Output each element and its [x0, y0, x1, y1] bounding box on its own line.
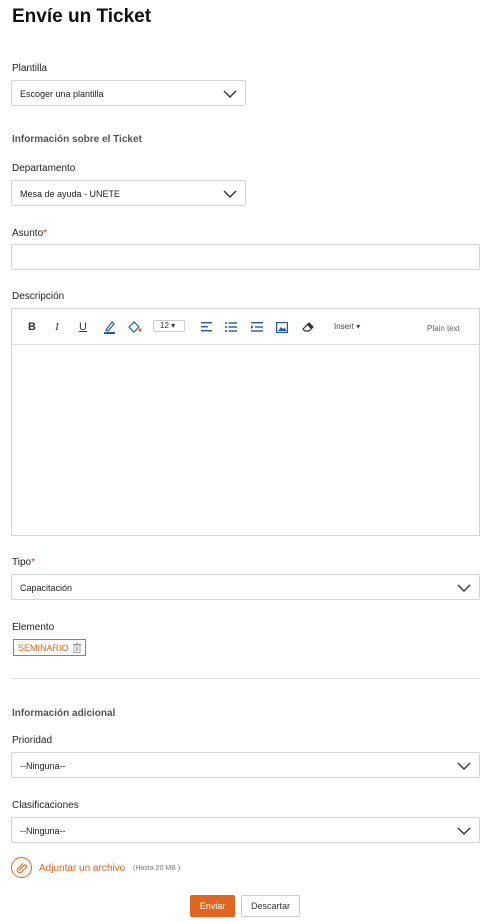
department-select-value: Mesa de ayuda - UNETE — [20, 189, 121, 199]
description-label: Descripción — [12, 291, 65, 302]
caret-down-icon: ▾ — [356, 322, 361, 331]
submit-button[interactable]: Enviar — [190, 895, 235, 917]
subject-input[interactable] — [11, 244, 480, 270]
text-color-button[interactable] — [102, 319, 116, 335]
chevron-down-icon — [223, 90, 237, 98]
attach-size-hint: (Hasta 20 MB ) — [133, 865, 181, 872]
caret-down-icon: ▾ — [171, 321, 176, 330]
italic-button[interactable]: I — [52, 319, 62, 335]
priority-select-value: --Ninguna-- — [20, 761, 66, 771]
classifications-select[interactable]: --Ninguna-- — [11, 817, 480, 843]
align-left-icon — [200, 322, 212, 332]
plain-text-toggle[interactable]: Plain text — [427, 324, 460, 333]
discard-button[interactable]: Descartar — [241, 895, 300, 917]
image-icon — [276, 321, 288, 333]
classifications-select-value: --Ninguna-- — [20, 826, 66, 836]
attach-file-link[interactable]: Adjuntar un archivo — [39, 863, 125, 874]
chevron-down-icon — [457, 762, 471, 770]
chevron-down-icon — [457, 584, 471, 592]
indent-button[interactable] — [251, 319, 263, 335]
indent-icon — [251, 322, 263, 332]
trash-icon[interactable] — [72, 642, 81, 653]
element-label: Elemento — [12, 622, 55, 633]
type-select[interactable]: Capacitación — [11, 574, 480, 600]
attach-button[interactable] — [11, 857, 32, 878]
template-label: Plantilla — [12, 63, 48, 74]
insert-menu-label: Insert — [334, 322, 355, 331]
priority-label: Prioridad — [12, 735, 53, 746]
description-editor: B I U 12 ▾ Insert ▾ Plain text — [11, 308, 480, 536]
required-mark: * — [43, 228, 48, 239]
department-select[interactable]: Mesa de ayuda - UNETE — [11, 180, 246, 206]
ticket-info-heading: Información sobre el Ticket — [12, 134, 142, 145]
subject-label: Asunto* — [12, 228, 47, 239]
pen-color-icon — [103, 321, 115, 334]
paint-bucket-icon — [127, 321, 142, 333]
bullet-list-icon — [225, 322, 237, 332]
font-size-value: 12 — [160, 321, 169, 330]
align-button[interactable] — [200, 319, 212, 335]
bold-button[interactable]: B — [26, 319, 38, 335]
description-textarea[interactable] — [12, 345, 479, 535]
font-size-select[interactable]: 12 ▾ — [153, 320, 185, 332]
priority-select[interactable]: --Ninguna-- — [11, 752, 480, 778]
type-select-value: Capacitación — [20, 583, 73, 593]
section-divider — [11, 678, 480, 679]
underline-button[interactable]: U — [77, 319, 89, 335]
bullet-list-button[interactable] — [225, 319, 237, 335]
eraser-icon — [301, 322, 314, 332]
template-select[interactable]: Escoger una plantilla — [11, 80, 246, 106]
type-label-text: Tipo — [12, 557, 32, 568]
chevron-down-icon — [457, 827, 471, 835]
type-label: Tipo* — [12, 557, 35, 568]
paperclip-icon — [16, 862, 27, 873]
highlight-color-button[interactable] — [126, 319, 142, 335]
required-mark: * — [31, 557, 35, 568]
department-label: Departamento — [12, 163, 76, 174]
editor-toolbar: B I U 12 ▾ Insert ▾ Plain text — [12, 309, 479, 345]
additional-info-heading: Información adicional — [12, 708, 116, 719]
page-title: Envíe un Ticket — [12, 6, 152, 27]
element-tag[interactable]: SEMINARIO — [13, 639, 86, 656]
chevron-down-icon — [223, 190, 237, 198]
insert-menu[interactable]: Insert ▾ — [334, 322, 360, 331]
classifications-label: Clasificaciones — [12, 800, 79, 811]
template-select-value: Escoger una plantilla — [20, 89, 104, 99]
subject-label-text: Asunto — [12, 228, 44, 239]
element-tag-text: SEMINARIO — [18, 642, 69, 653]
clear-format-button[interactable] — [301, 319, 315, 335]
insert-image-button[interactable] — [275, 319, 289, 335]
